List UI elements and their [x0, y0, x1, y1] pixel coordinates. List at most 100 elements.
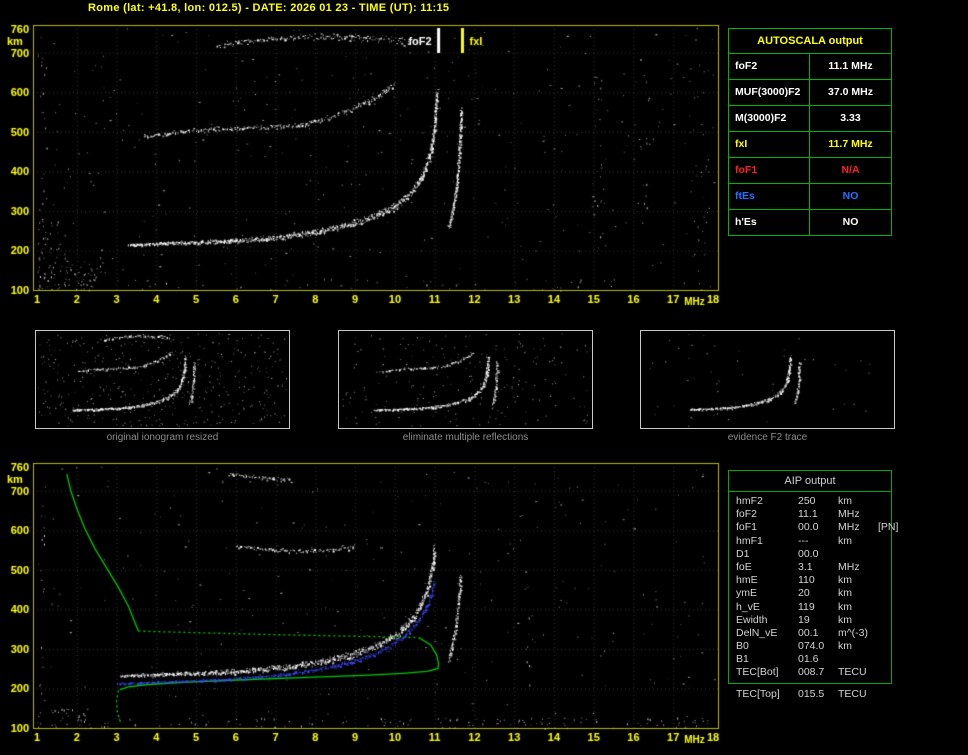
parameter-note	[878, 535, 891, 548]
parameter-label: h_vE	[736, 600, 760, 613]
aip-table-row: hmF1 --- km	[736, 535, 891, 548]
parameter-label: D1	[736, 547, 750, 560]
autoscala-table-row: M(3000)F2 3.33	[729, 106, 891, 132]
parameter-unit: km	[838, 495, 852, 507]
autoscala-output-table: AUTOSCALA output foF2 11.1 MHz MUF(3000)F2…	[728, 28, 892, 236]
aip-table-row: foE 3.1 MHz	[736, 561, 891, 574]
thumbnail-caption: evidence F2 trace	[727, 432, 808, 443]
parameter-unit: MHz	[838, 508, 860, 521]
aip-table-row: foF2 11.1 MHz	[736, 508, 891, 521]
parameter-label: M(3000)F2	[729, 106, 810, 131]
parameter-unit: m^(-3)	[838, 626, 869, 639]
aip-table-row: Ewidth 19 km	[736, 614, 891, 627]
parameter-unit	[838, 653, 878, 666]
autoscala-table-row: fxI 11.7 MHz	[729, 132, 891, 158]
parameter-value: 20	[798, 587, 810, 600]
parameter-note	[878, 548, 891, 561]
parameter-label: hmE	[736, 574, 758, 587]
aip-table-rows: hmF2 250 km foF2 11.1 MHz foF1 00.0 MHz [PN] hmF1 -…	[729, 492, 898, 683]
parameter-unit: TECU	[838, 688, 867, 700]
aip-table-row: B1 01.6	[736, 653, 891, 666]
aip-table-row: foF1 00.0 MHz [PN]	[736, 521, 898, 534]
parameter-value: 3.1	[798, 560, 813, 573]
parameter-value: 119	[798, 600, 815, 613]
parameter-label: MUF(3000)F2	[729, 80, 810, 105]
parameter-value: 11.7 MHz	[828, 138, 873, 150]
top-ionogram-plot	[0, 16, 740, 312]
parameter-label: h'Es	[729, 210, 810, 235]
thumbnail-caption: eliminate multiple reflections	[402, 432, 529, 443]
parameter-note	[878, 601, 891, 614]
aip-table-row: TEC[Bot] 008.7 TECU	[736, 666, 891, 679]
parameter-label: hmF2	[736, 495, 763, 507]
parameter-label: ymE	[736, 587, 757, 600]
aip-output-table: AIP output hmF2 250 km foF2 11.1 MHz foF1 00.0 M…	[728, 470, 898, 684]
parameter-label: B1	[736, 653, 749, 666]
parameter-note	[878, 640, 891, 653]
parameter-unit: MHz	[838, 521, 860, 534]
table-title: AUTOSCALA output	[729, 29, 891, 54]
parameter-label: foF2	[736, 508, 758, 521]
parameter-note	[878, 561, 891, 574]
parameter-value: 00.0	[798, 521, 819, 534]
aip-table-row: h_vE 119 km	[736, 601, 891, 614]
aip-table-row: D1 00.0	[736, 548, 891, 561]
parameter-value: NO	[842, 190, 859, 202]
aip-table-row: DelN_vE 00.1 m^(-3)	[736, 627, 891, 640]
parameter-note	[878, 614, 891, 627]
parameter-value: ---	[798, 534, 809, 547]
parameter-label: ftEs	[729, 184, 810, 209]
autoscala-table-rows: foF2 11.1 MHz MUF(3000)F2 37.0 MHz M(3000)F2…	[729, 54, 891, 235]
parameter-unit: km	[838, 574, 852, 587]
parameter-note	[878, 574, 891, 587]
parameter-value: 01.6	[798, 653, 819, 666]
parameter-value: 074.0	[798, 640, 825, 653]
parameter-note	[878, 627, 891, 640]
parameter-label: foF1	[729, 158, 810, 183]
autoscala-table-row: foF2 11.1 MHz	[729, 54, 891, 80]
thumbnail-original-ionogram	[35, 330, 290, 429]
parameter-value: NO	[842, 216, 859, 228]
page-title: Rome (lat: +41.8, lon: 012.5) - DATE: 20…	[88, 2, 450, 14]
parameter-value: 11.1	[798, 508, 818, 521]
aip-table-row: B0 074.0 km	[736, 640, 891, 653]
parameter-note	[878, 688, 889, 701]
autoscala-output-screen: Rome (lat: +41.8, lon: 012.5) - DATE: 20…	[0, 0, 968, 755]
parameter-note: [PN]	[878, 521, 899, 534]
autoscala-table-row: MUF(3000)F2 37.0 MHz	[729, 80, 891, 106]
parameter-label: foE	[736, 560, 752, 573]
parameter-label: TEC[Top]	[736, 688, 780, 700]
parameter-note	[878, 495, 891, 508]
parameter-note	[878, 666, 891, 679]
parameter-unit: km	[838, 600, 852, 613]
tec-top-row: TEC[Top] 015.5 TECU	[729, 688, 889, 701]
parameter-value: 008.7	[798, 666, 825, 679]
parameter-note	[878, 587, 891, 600]
parameter-value: 250	[798, 495, 816, 507]
thumbnail-caption: original ionogram resized	[106, 432, 219, 443]
parameter-label: Ewidth	[736, 613, 768, 626]
aip-table-row: hmF2 250 km	[736, 495, 891, 508]
parameter-label: TEC[Bot]	[736, 666, 779, 679]
parameter-unit: km	[838, 640, 852, 653]
aip-table-row: hmE 110 km	[736, 574, 891, 587]
parameter-label: DelN_vE	[736, 626, 778, 639]
parameter-value: N/A	[841, 164, 860, 176]
aip-table-row: ymE 20 km	[736, 587, 891, 600]
parameter-unit: km	[838, 534, 852, 547]
thumbnail-multiple-reflections-removed	[338, 330, 593, 429]
parameter-label: B0	[736, 640, 749, 653]
parameter-label: foF1	[736, 521, 758, 534]
autoscala-table-row: foF1 N/A	[729, 158, 891, 184]
parameter-note	[878, 653, 891, 666]
parameter-value: 37.0 MHz	[828, 86, 873, 98]
parameter-label: hmF1	[736, 534, 763, 547]
parameter-value: 00.1	[798, 626, 819, 639]
parameter-value: 3.33	[840, 112, 861, 124]
parameter-value: 00.0	[798, 547, 819, 560]
parameter-value: 015.5	[798, 688, 825, 700]
table-title: AIP output	[729, 471, 891, 492]
bottom-ionogram-plot	[0, 455, 740, 755]
parameter-note	[878, 508, 891, 521]
parameter-label: fxI	[729, 132, 810, 157]
